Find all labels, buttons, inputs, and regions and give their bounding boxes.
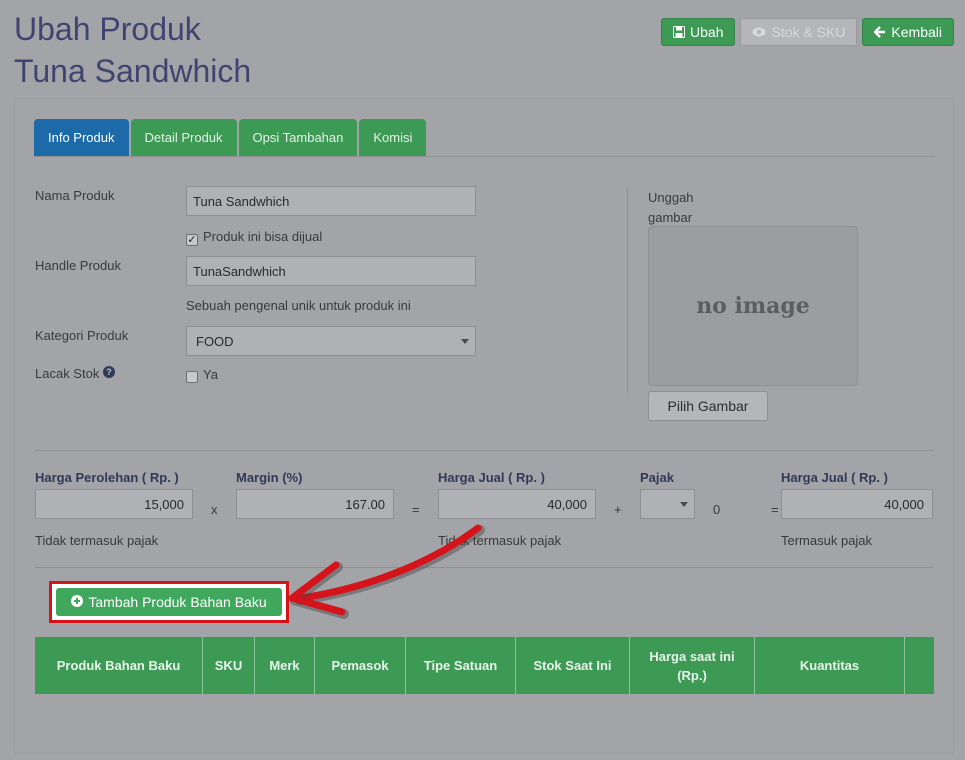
col-sku: SKU: [203, 637, 255, 694]
col-kuantitas: Kuantitas: [755, 637, 905, 694]
stock-sku-button-label: Stok & SKU: [771, 24, 846, 40]
back-button[interactable]: Kembali: [862, 18, 954, 46]
save-button[interactable]: Ubah: [661, 18, 736, 46]
col-actions: [905, 637, 934, 694]
col-merk: Merk: [255, 637, 315, 694]
equals-operator-2: =: [771, 502, 779, 517]
sell-price-input[interactable]: 40,000: [438, 489, 596, 519]
track-stock-checkbox[interactable]: [186, 371, 198, 383]
tab-komisi[interactable]: Komisi: [359, 119, 427, 156]
cost-price-input[interactable]: 15,000: [35, 489, 193, 519]
multiply-operator: x: [211, 502, 218, 517]
col-tipe-satuan: Tipe Satuan: [406, 637, 516, 694]
sellable-label: Produk ini bisa dijual: [203, 229, 323, 244]
handle-input[interactable]: TunaSandwhich: [186, 256, 476, 286]
cost-price-label: Harga Perolehan ( Rp. ): [35, 470, 179, 485]
eye-icon: [752, 27, 766, 37]
col-pemasok: Pemasok: [315, 637, 406, 694]
add-material-highlight: Tambah Produk Bahan Baku: [49, 581, 289, 623]
tax-amount: 0: [713, 502, 721, 517]
question-circle-icon[interactable]: ?: [102, 366, 115, 378]
category-label: Kategori Produk: [35, 328, 129, 343]
form-divider: [627, 187, 628, 393]
section-divider: [35, 450, 934, 451]
final-price-note: Termasuk pajak: [781, 533, 873, 548]
page-title: Ubah Produk Tuna Sandwhich: [14, 8, 251, 92]
product-name-label: Nama Produk: [35, 188, 115, 203]
stock-sku-button[interactable]: Stok & SKU: [740, 18, 858, 46]
chevron-down-icon: [461, 339, 469, 344]
plus-circle-icon: [71, 594, 84, 610]
final-price-label: Harga Jual ( Rp. ): [781, 470, 888, 485]
margin-input[interactable]: 167.00: [236, 489, 394, 519]
add-material-button-label: Tambah Produk Bahan Baku: [88, 594, 267, 610]
no-image-placeholder: no image: [696, 293, 810, 319]
col-produk-bahan-baku: Produk Bahan Baku: [35, 637, 203, 694]
choose-image-button[interactable]: Pilih Gambar: [648, 391, 768, 421]
save-button-label: Ubah: [690, 24, 724, 40]
tax-label: Pajak: [640, 470, 674, 485]
tab-detail-produk[interactable]: Detail Produk: [130, 119, 237, 156]
equals-operator-1: =: [412, 502, 420, 517]
plus-operator: +: [614, 502, 622, 517]
handle-help-text: Sebuah pengenal unik untuk produk ini: [186, 298, 411, 313]
arrow-left-icon: [874, 26, 886, 38]
back-button-label: Kembali: [891, 24, 942, 40]
track-stock-label: Lacak Stok ?: [35, 366, 115, 381]
tax-chevron-down-icon: [680, 502, 688, 507]
sell-price-note: Tidak termasuk pajak: [438, 533, 562, 548]
page-title-line2: Tuna Sandwhich: [14, 53, 252, 89]
category-select[interactable]: FOOD: [186, 326, 476, 356]
col-stok-saat-ini: Stok Saat Ini: [516, 637, 630, 694]
final-price-input[interactable]: 40,000: [781, 489, 933, 519]
materials-table-header: Produk Bahan Baku SKU Merk Pemasok Tipe …: [35, 637, 934, 694]
product-name-input[interactable]: Tuna Sandwhich: [186, 186, 476, 216]
tab-info-produk[interactable]: Info Produk: [34, 119, 129, 156]
top-actions: Ubah Stok & SKU Kembali: [661, 18, 954, 46]
track-stock-option-label: Ya: [203, 367, 218, 382]
floppy-icon: [673, 26, 686, 38]
add-material-button[interactable]: Tambah Produk Bahan Baku: [56, 588, 282, 616]
pricing-divider: [35, 567, 934, 568]
page-title-line1: Ubah Produk: [14, 11, 201, 47]
image-preview: no image: [648, 226, 858, 386]
sell-price-label: Harga Jual ( Rp. ): [438, 470, 545, 485]
product-panel: Info Produk Detail Produk Opsi Tambahan …: [14, 98, 954, 754]
upload-label: Unggah gambar: [648, 190, 694, 225]
margin-label: Margin (%): [236, 470, 303, 485]
cost-price-note: Tidak termasuk pajak: [35, 533, 159, 548]
col-harga-saat-ini: Harga saat ini (Rp.): [630, 637, 755, 694]
tab-bar: Info Produk Detail Produk Opsi Tambahan …: [34, 119, 935, 157]
category-select-value: FOOD: [196, 333, 234, 349]
handle-label: Handle Produk: [35, 258, 121, 273]
sellable-checkbox[interactable]: ✓: [186, 234, 198, 246]
tab-opsi-tambahan[interactable]: Opsi Tambahan: [238, 119, 358, 156]
